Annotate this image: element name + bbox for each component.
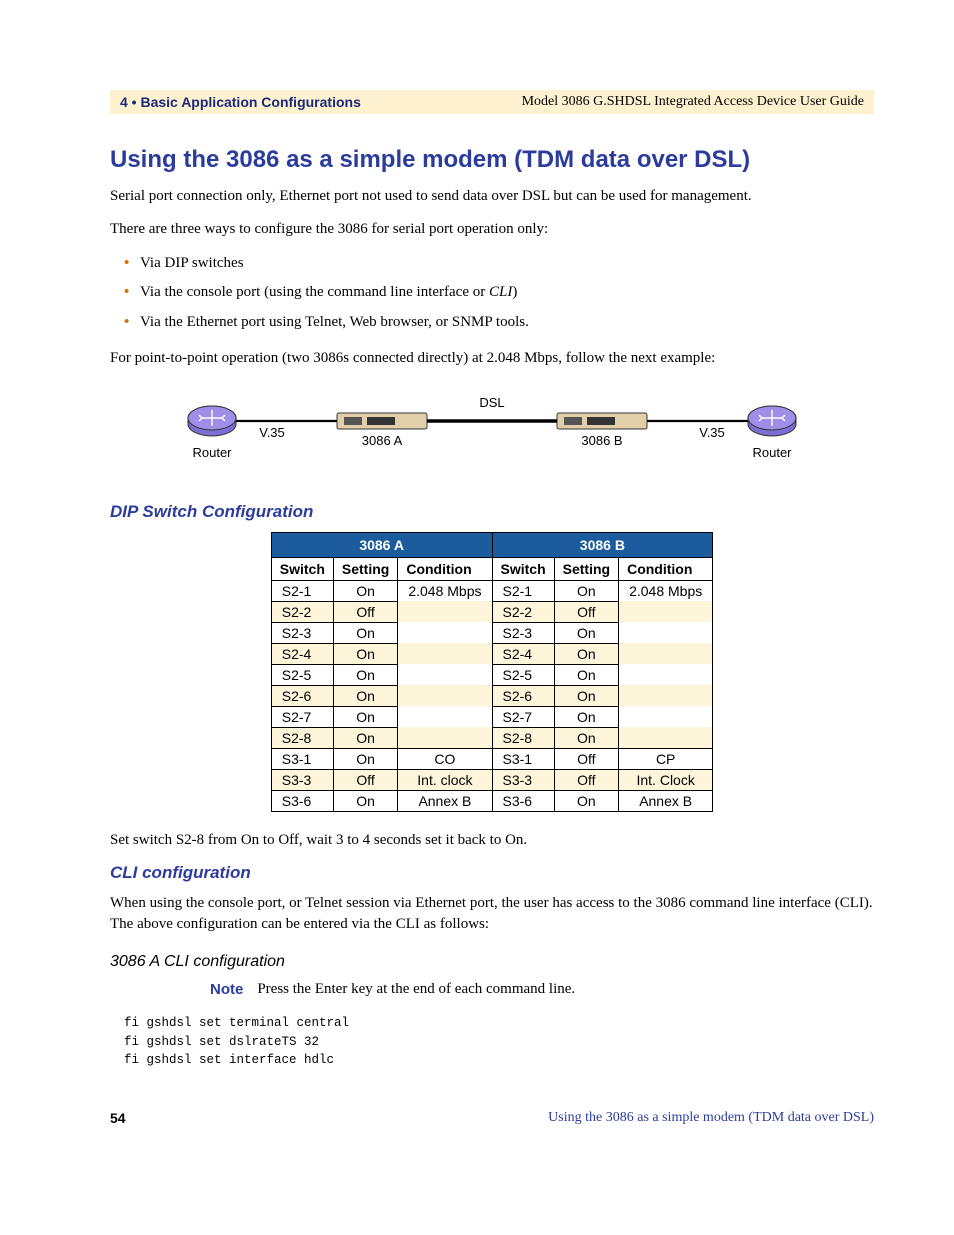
- table-group-head: 3086 A: [271, 532, 492, 557]
- topology-diagram: Router Router V.35 V.35 3086 A 3086 B: [110, 383, 874, 478]
- list-item: Via the Ethernet port using Telnet, Web …: [124, 311, 874, 334]
- table-row: S3-1OnCOS3-1OffCP: [271, 748, 713, 769]
- col-head-setting: Setting: [333, 557, 397, 580]
- col-head-setting: Setting: [554, 557, 618, 580]
- page-footer: 54 Using the 3086 as a simple modem (TDM…: [110, 1110, 874, 1126]
- dip-switch-table: 3086 A 3086 B Switch Setting Condition S…: [271, 532, 714, 812]
- cli-heading: CLI configuration: [110, 863, 874, 883]
- page-number: 54: [110, 1110, 126, 1126]
- config-methods-list: Via DIP switches Via the console port (u…: [124, 252, 874, 334]
- col-head-condition: Condition: [619, 557, 713, 580]
- table-row: S2-3OnS2-3On: [271, 622, 713, 643]
- intro-paragraph-1: Serial port connection only, Ethernet po…: [110, 186, 874, 207]
- after-table-note: Set switch S2-8 from On to Off, wait 3 t…: [110, 830, 874, 851]
- table-row: S2-7OnS2-7On: [271, 706, 713, 727]
- note-text: Press the Enter key at the end of each c…: [257, 981, 575, 998]
- table-row: S2-1On2.048 MbpsS2-1On2.048 Mbps: [271, 580, 713, 601]
- running-header: 4 • Basic Application Configurations Mod…: [110, 90, 874, 114]
- table-group-head: 3086 B: [492, 532, 713, 557]
- list-item: Via DIP switches: [124, 252, 874, 275]
- note-block: Note Press the Enter key at the end of e…: [210, 981, 874, 998]
- router-label: Router: [752, 445, 792, 460]
- table-row: S2-5OnS2-5On: [271, 664, 713, 685]
- cli-a-heading: 3086 A CLI configuration: [110, 953, 874, 971]
- table-row: S3-6OnAnnex BS3-6OnAnnex B: [271, 790, 713, 811]
- cli-commands: fi gshdsl set terminal central fi gshdsl…: [124, 1014, 874, 1070]
- col-head-switch: Switch: [271, 557, 333, 580]
- link-label: V.35: [259, 425, 285, 440]
- note-label: Note: [210, 981, 243, 998]
- intro-paragraph-3: For point-to-point operation (two 3086s …: [110, 348, 874, 369]
- page-title: Using the 3086 as a simple modem (TDM da…: [110, 146, 874, 174]
- link-label: DSL: [479, 395, 504, 410]
- router-label: Router: [192, 445, 232, 460]
- list-item: Via the console port (using the command …: [124, 281, 874, 304]
- table-row: S2-2OffS2-2Off: [271, 601, 713, 622]
- device-label: 3086 B: [581, 433, 622, 448]
- col-head-condition: Condition: [398, 557, 492, 580]
- link-label: V.35: [699, 425, 725, 440]
- table-row: S2-8OnS2-8On: [271, 727, 713, 748]
- chapter-label: 4 • Basic Application Configurations: [120, 94, 361, 110]
- intro-paragraph-2: There are three ways to configure the 30…: [110, 219, 874, 240]
- table-row: S2-6OnS2-6On: [271, 685, 713, 706]
- cli-intro: When using the console port, or Telnet s…: [110, 893, 874, 935]
- col-head-switch: Switch: [492, 557, 554, 580]
- doc-title: Model 3086 G.SHDSL Integrated Access Dev…: [522, 94, 864, 110]
- footer-section: Using the 3086 as a simple modem (TDM da…: [548, 1110, 874, 1126]
- table-row: S3-3OffInt. clockS3-3OffInt. Clock: [271, 769, 713, 790]
- table-row: S2-4OnS2-4On: [271, 643, 713, 664]
- device-label: 3086 A: [362, 433, 403, 448]
- dip-switch-heading: DIP Switch Configuration: [110, 502, 874, 522]
